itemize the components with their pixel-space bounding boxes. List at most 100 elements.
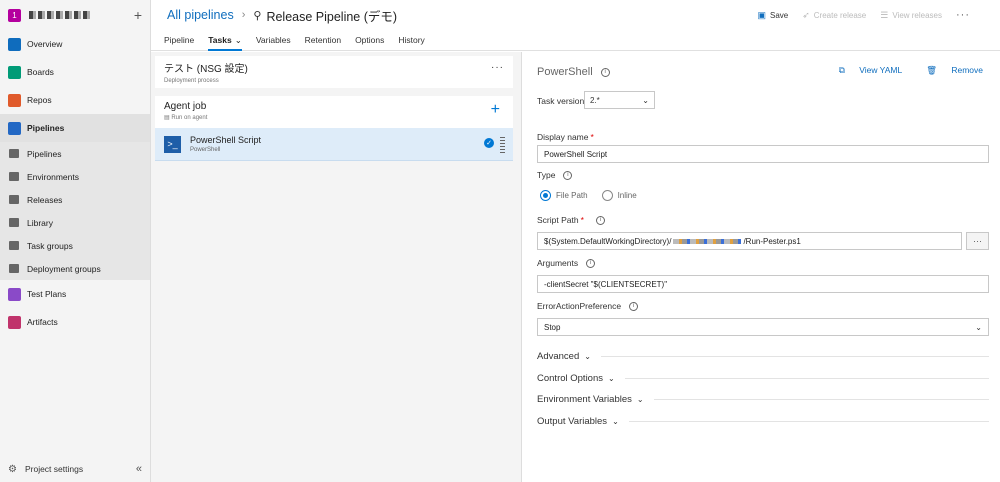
nav-artifacts[interactable]: Artifacts <box>0 308 150 336</box>
script-path-suffix: /Run-Pester.ps1 <box>743 236 801 246</box>
nav-sub-pipelines[interactable]: Pipelines <box>0 142 150 165</box>
section-control-options[interactable]: Control Options ⌄ <box>537 373 989 384</box>
drag-handle-icon[interactable] <box>500 136 505 153</box>
info-icon[interactable]: i <box>563 170 573 180</box>
section-environment-variables[interactable]: Environment Variables ⌄ <box>537 394 989 405</box>
section-advanced[interactable]: Advanced ⌄ <box>537 351 989 362</box>
tab-options[interactable]: Options <box>355 30 384 51</box>
more-icon[interactable]: ··· <box>491 62 504 73</box>
script-path-input[interactable]: $(System.DefaultWorkingDirectory)/ /Run-… <box>537 232 962 250</box>
divider <box>600 356 989 357</box>
task-groups-icon <box>9 241 19 250</box>
info-icon[interactable]: i <box>586 258 596 268</box>
list-icon: ☰ <box>880 9 889 20</box>
section-label: Output Variables <box>537 416 608 427</box>
nav-pipelines[interactable]: Pipelines <box>0 114 150 142</box>
script-path-prefix: $(System.DefaultWorkingDirectory)/ <box>544 236 672 246</box>
stage-card[interactable]: テスト (NSG 設定) Deployment process ··· <box>155 56 513 88</box>
artifacts-icon <box>8 315 21 329</box>
nav-label: Task groups <box>27 240 73 251</box>
nav-sub-task-groups[interactable]: Task groups <box>0 234 150 257</box>
nav-sub-library[interactable]: Library <box>0 211 150 234</box>
check-icon[interactable]: ✓ <box>484 138 494 148</box>
details-title: PowerShell i <box>537 66 610 78</box>
tab-variables[interactable]: Variables <box>256 30 291 51</box>
org-header: 1 + <box>0 0 150 30</box>
arguments-value: -clientSecret "$(CLIENTSECRET)" <box>544 279 668 289</box>
tab-retention[interactable]: Retention <box>305 30 341 51</box>
tab-bar: Pipeline Tasks ⌄ Variables Retention Opti… <box>151 30 1000 51</box>
nav-boards[interactable]: Boards <box>0 58 150 86</box>
task-version-select[interactable]: 2.* ⌄ <box>584 91 655 109</box>
section-label: Control Options <box>537 373 604 384</box>
tab-tasks[interactable]: Tasks ⌄ <box>208 30 242 51</box>
nav-sub-environments[interactable]: Environments <box>0 165 150 188</box>
org-name-redacted[interactable] <box>29 11 91 19</box>
boards-icon <box>8 65 21 79</box>
radio-inline[interactable] <box>601 190 613 201</box>
view-releases-button[interactable]: ☰ View releases <box>880 10 942 21</box>
nav-label: Pipelines <box>27 123 65 133</box>
overview-icon <box>8 37 21 51</box>
arguments-input[interactable]: -clientSecret "$(CLIENTSECRET)" <box>537 275 989 293</box>
deployment-groups-icon <box>9 264 19 273</box>
chevron-down-icon: ⌄ <box>234 34 242 45</box>
nav-label: Boards <box>27 67 54 77</box>
radio-file-path[interactable] <box>540 190 551 201</box>
add-task-icon[interactable]: + <box>491 101 500 119</box>
view-yaml-button[interactable]: ⧉ View YAML <box>827 65 902 76</box>
section-output-variables[interactable]: Output Variables ⌄ <box>537 416 989 427</box>
pipelines-group: Pipelines Pipelines Environments Release… <box>0 114 150 280</box>
nav-label: Pipelines <box>27 148 62 159</box>
project-settings[interactable]: ⚙ Project settings « <box>0 456 150 482</box>
view-releases-label: View releases <box>892 10 942 20</box>
eap-label: ErrorActionPreference i <box>537 301 639 311</box>
type-label-text: Type <box>537 170 556 180</box>
display-name-value: PowerShell Script <box>544 149 608 159</box>
display-name-label: Display name * <box>537 132 594 142</box>
remove-button[interactable]: 🗑 Remove <box>914 65 983 76</box>
eap-select[interactable]: Stop ⌄ <box>537 318 989 336</box>
breadcrumb-all-pipelines[interactable]: All pipelines <box>167 8 234 22</box>
repos-icon <box>8 93 21 107</box>
nav-sub-releases[interactable]: Releases <box>0 188 150 211</box>
pipelines-icon <box>8 121 21 135</box>
yaml-icon: ⧉ <box>838 65 848 75</box>
chevron-down-icon: ⌄ <box>975 322 982 332</box>
arguments-label: Arguments i <box>537 258 596 268</box>
chevron-down-icon: ⌄ <box>642 95 649 105</box>
nav-test-plans[interactable]: Test Plans <box>0 280 150 308</box>
job-name: Agent job <box>164 101 207 112</box>
save-button[interactable]: ▣ Save <box>757 10 788 21</box>
releases-icon <box>9 195 19 204</box>
display-name-input[interactable]: PowerShell Script <box>537 145 989 163</box>
page-title: Release Pipeline (デモ) <box>266 9 398 24</box>
info-icon[interactable]: i <box>629 301 639 311</box>
org-badge[interactable]: 1 <box>8 8 21 22</box>
add-icon[interactable]: + <box>134 7 142 23</box>
radio-file-path-label: File Path <box>556 191 588 200</box>
script-path-label: Script Path * i <box>537 215 605 225</box>
browse-button[interactable]: ··· <box>966 232 989 250</box>
nav-sub-deployment-groups[interactable]: Deployment groups <box>0 257 150 280</box>
nav-overview[interactable]: Overview <box>0 30 150 58</box>
eap-label-text: ErrorActionPreference <box>537 301 622 311</box>
task-text: PowerShell Script PowerShell <box>190 135 261 153</box>
job-sub-label: Run on agent <box>171 115 208 121</box>
job-sub: ▤ Run on agent <box>164 114 504 121</box>
task-item-powershell[interactable]: >_ PowerShell Script PowerShell ✓ <box>155 128 513 161</box>
info-icon[interactable]: i <box>595 215 605 225</box>
nav-label: Deployment groups <box>27 263 101 274</box>
create-release-button[interactable]: ➶ Create release <box>802 10 866 21</box>
nav-label: Test Plans <box>27 289 67 299</box>
divider <box>624 378 989 379</box>
tab-pipeline[interactable]: Pipeline <box>164 30 194 51</box>
nav-repos[interactable]: Repos <box>0 86 150 114</box>
tab-history[interactable]: History <box>398 30 424 51</box>
more-icon[interactable]: ··· <box>956 9 970 21</box>
collapse-nav-icon[interactable]: « <box>136 463 142 475</box>
info-icon[interactable]: i <box>600 67 610 77</box>
agent-job-card[interactable]: Agent job ▤ Run on agent + <box>155 96 513 128</box>
remove-label: Remove <box>951 65 983 75</box>
save-label: Save <box>770 10 789 20</box>
